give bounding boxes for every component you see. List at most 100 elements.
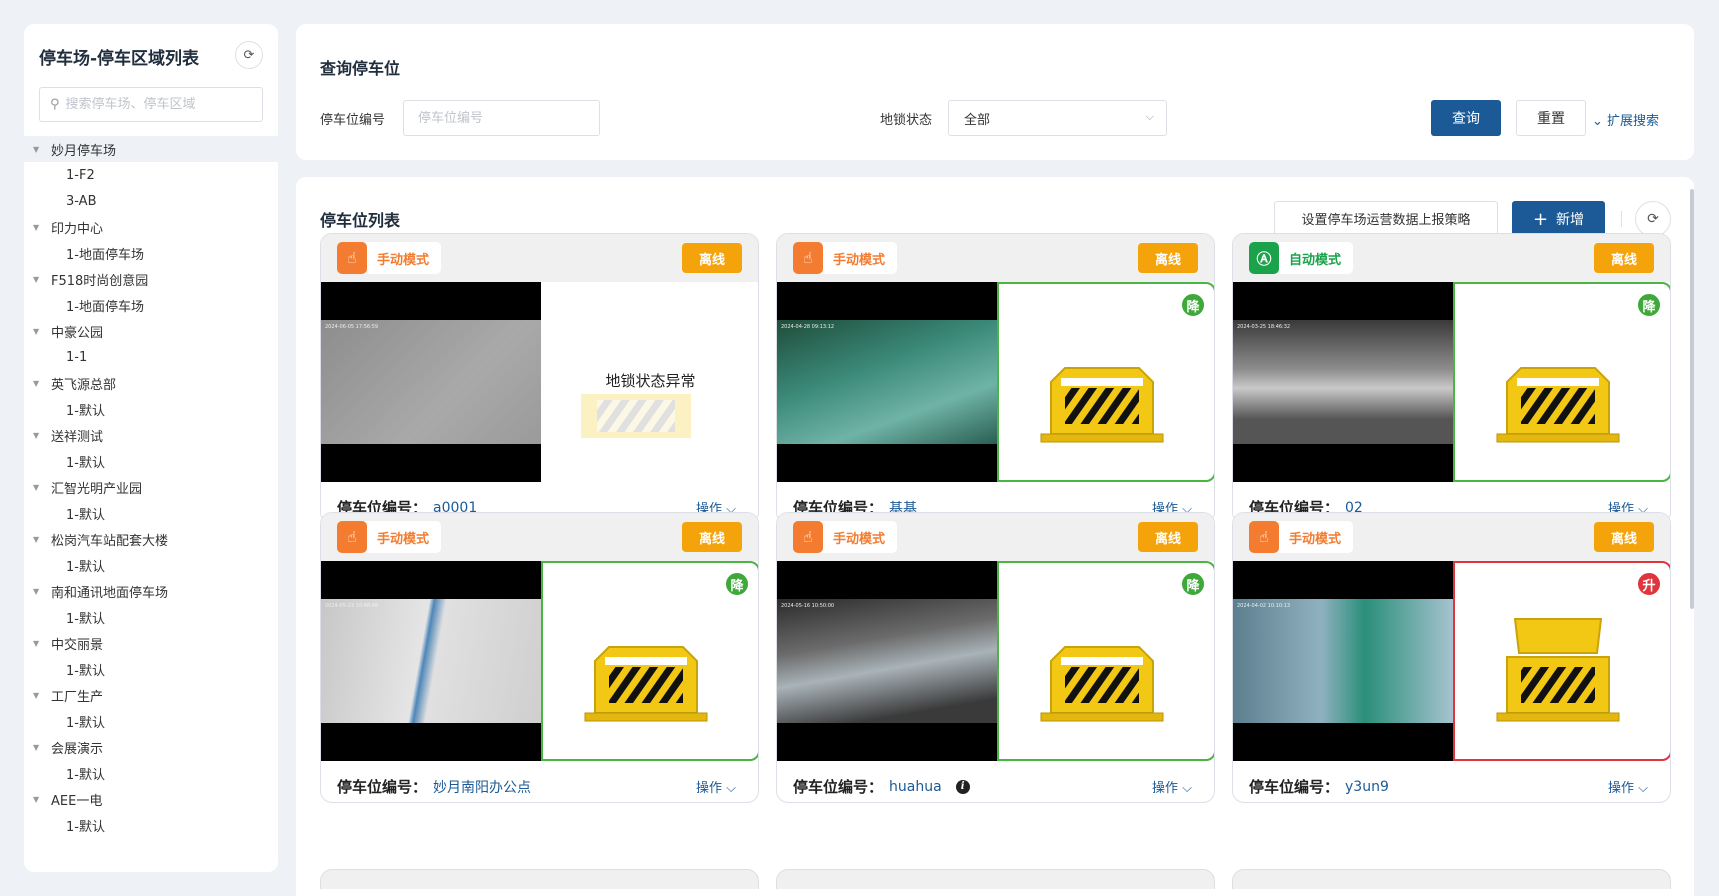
caret-down-icon: ▼	[33, 378, 40, 388]
add-button[interactable]: + 新增	[1512, 201, 1605, 237]
query-title: 查询停车位	[320, 59, 401, 78]
lock-status-panel: 升	[1453, 561, 1670, 761]
parking-space-list-panel: 停车位列表 设置停车场运营数据上报策略 + 新增 ⟳ ☝ 手动模式 离线 2024-0…	[296, 177, 1694, 896]
sidebar-title: 停车场-停车区域列表	[39, 49, 200, 69]
mode-label: 手动模式	[833, 252, 886, 268]
lock-status-select[interactable]: 全部 ⌵	[948, 100, 1167, 136]
tree-node-parking-lot[interactable]: ▼ 汇智光明产业园	[24, 474, 278, 500]
tree-node-area[interactable]: 1-默认	[24, 812, 278, 838]
mode-label: 手动模式	[833, 531, 886, 547]
camera-snapshot[interactable]: 2024-05-16 10:50:00	[777, 561, 997, 761]
search-button[interactable]: 查询	[1431, 100, 1501, 136]
lock-abnormal-text: 地锁状态异常	[605, 372, 696, 390]
tree-node-area[interactable]: 1-地面停车场	[24, 240, 278, 266]
expand-search-link[interactable]: ⌄ 扩展搜索	[1592, 110, 1659, 129]
chevron-down-icon: ⌄	[1592, 114, 1603, 129]
card-header: ☝ 手动模式 离线	[321, 513, 758, 561]
set-report-policy-button[interactable]: 设置停车场运营数据上报策略	[1274, 201, 1498, 236]
tree-node-parking-lot[interactable]: ▼ F518时尚创意园	[24, 266, 278, 292]
space-no-caption: 停车位编号：	[337, 778, 428, 796]
tree-node-label: 会展演示	[51, 741, 104, 757]
status-badge: 离线	[682, 243, 742, 273]
tree-node-area[interactable]: 1-1	[24, 344, 278, 370]
camera-timestamp: 2024-04-02 10:10:13	[1237, 603, 1291, 609]
tree-node-parking-lot[interactable]: ▼ 中交丽景	[24, 630, 278, 656]
parking-area-sidebar: 停车场-停车区域列表 ⟳ ⚲ ▼ 妙月停车场 1-F23-AB ▼ 印力中心 1-地面停车…	[24, 24, 278, 872]
tree-node-area[interactable]: 1-默认	[24, 396, 278, 422]
caret-down-icon: ▼	[33, 586, 40, 596]
tree-node-area[interactable]: 1-默认	[24, 604, 278, 630]
tree-node-area[interactable]: 3-AB	[24, 188, 278, 214]
lock-status-panel: 降	[997, 561, 1214, 761]
lock-state-badge: 降	[724, 571, 750, 597]
tree-node-parking-lot[interactable]: ▼ 工厂生产	[24, 682, 278, 708]
refresh-icon: ⟳	[243, 47, 255, 63]
space-no-input[interactable]	[403, 100, 600, 136]
hand-icon: ☝	[793, 242, 823, 274]
space-no-label: 停车位编号	[320, 113, 386, 128]
card-header: ☝ 手动模式 离线	[777, 513, 1214, 561]
refresh-icon: ⟳	[1647, 211, 1659, 227]
sidebar-search[interactable]: ⚲	[39, 87, 263, 122]
tree-node-parking-lot[interactable]: ▼ 印力中心	[24, 214, 278, 240]
parking-lock-ghost-image	[581, 394, 691, 438]
tree-node-parking-lot[interactable]: ▼ 南和通讯地面停车场	[24, 578, 278, 604]
space-no-value[interactable]: 妙月南阳办公点	[433, 777, 531, 797]
mode-label: 手动模式	[1289, 531, 1342, 547]
sidebar-search-input[interactable]	[65, 97, 246, 112]
chevron-down-icon: ⌵	[1145, 110, 1154, 123]
status-badge: 离线	[1138, 522, 1198, 552]
tree-node-parking-lot[interactable]: ▼ 送祥测试	[24, 422, 278, 448]
list-title: 停车位列表	[320, 211, 401, 230]
chevron-down-icon: ⌵	[726, 781, 736, 796]
camera-timestamp: 2024-05-23 10:48:48	[325, 603, 379, 609]
operation-label: 操作	[1151, 781, 1178, 796]
lock-state-badge: 降	[1180, 571, 1206, 597]
list-refresh-button[interactable]: ⟳	[1635, 201, 1671, 237]
camera-snapshot[interactable]: 2024-04-28 09:13:12	[777, 282, 997, 482]
tree-node-label: 南和通讯地面停车场	[51, 585, 169, 601]
space-no-value[interactable]: huahua	[889, 779, 942, 795]
camera-snapshot[interactable]: 2024-05-23 10:48:48	[321, 561, 541, 761]
tree-node-parking-lot[interactable]: ▼ 会展演示	[24, 734, 278, 760]
tree-node-area[interactable]: 1-默认	[24, 708, 278, 734]
tree-node-parking-lot[interactable]: ▼ AEE一电	[24, 786, 278, 812]
space-no-value[interactable]: y3un9	[1345, 779, 1389, 795]
tree-node-parking-lot[interactable]: ▼ 松岗汽车站配套大楼	[24, 526, 278, 552]
tree-node-parking-lot[interactable]: ▼ 英飞源总部	[24, 370, 278, 396]
tree-node-area[interactable]: 1-F2	[24, 162, 278, 188]
tree-node-area[interactable]: 1-默认	[24, 500, 278, 526]
tree-node-area[interactable]: 1-默认	[24, 448, 278, 474]
operation-dropdown[interactable]: 操作 ⌵	[696, 777, 736, 796]
lock-status-panel: 降	[1453, 282, 1670, 482]
camera-snapshot[interactable]: 2024-04-02 10:10:13	[1233, 561, 1453, 761]
caret-down-icon: ▼	[33, 690, 40, 700]
hand-icon: ☝	[1249, 521, 1279, 553]
parking-lock-down-image	[1496, 367, 1620, 443]
status-badge: 离线	[1138, 243, 1198, 273]
operation-dropdown[interactable]: 操作 ⌵	[1152, 777, 1192, 796]
list-scrollbar[interactable]	[1690, 189, 1694, 609]
camera-snapshot[interactable]: 2024-06-05 17:56:59	[321, 282, 541, 482]
camera-snapshot[interactable]: 2024-03-25 18:46:32	[1233, 282, 1453, 482]
camera-frame	[777, 599, 997, 723]
camera-frame	[321, 599, 541, 723]
camera-frame	[777, 320, 997, 444]
tree-node-parking-lot[interactable]: ▼ 妙月停车场	[24, 136, 278, 162]
reset-button[interactable]: 重置	[1516, 100, 1586, 136]
tree-node-area[interactable]: 1-默认	[24, 552, 278, 578]
operation-dropdown[interactable]: 操作 ⌵	[1608, 777, 1648, 796]
chevron-down-icon: ⌵	[1182, 781, 1192, 796]
info-icon[interactable]: i	[955, 779, 970, 794]
space-no-row: 停车位编号： huahua i	[793, 776, 970, 797]
auto-a-icon: Ⓐ	[1249, 242, 1279, 274]
tree-node-area[interactable]: 1-默认	[24, 760, 278, 786]
sidebar-refresh-button[interactable]: ⟳	[235, 41, 263, 69]
tree-node-parking-lot[interactable]: ▼ 中豪公园	[24, 318, 278, 344]
status-badge: 离线	[1594, 522, 1654, 552]
tree-node-area[interactable]: 1-地面停车场	[24, 292, 278, 318]
tree-node-label: 工厂生产	[51, 689, 104, 705]
mode-label: 手动模式	[377, 531, 430, 547]
tree-node-area[interactable]: 1-默认	[24, 656, 278, 682]
lock-state-badge: 降	[1180, 292, 1206, 318]
